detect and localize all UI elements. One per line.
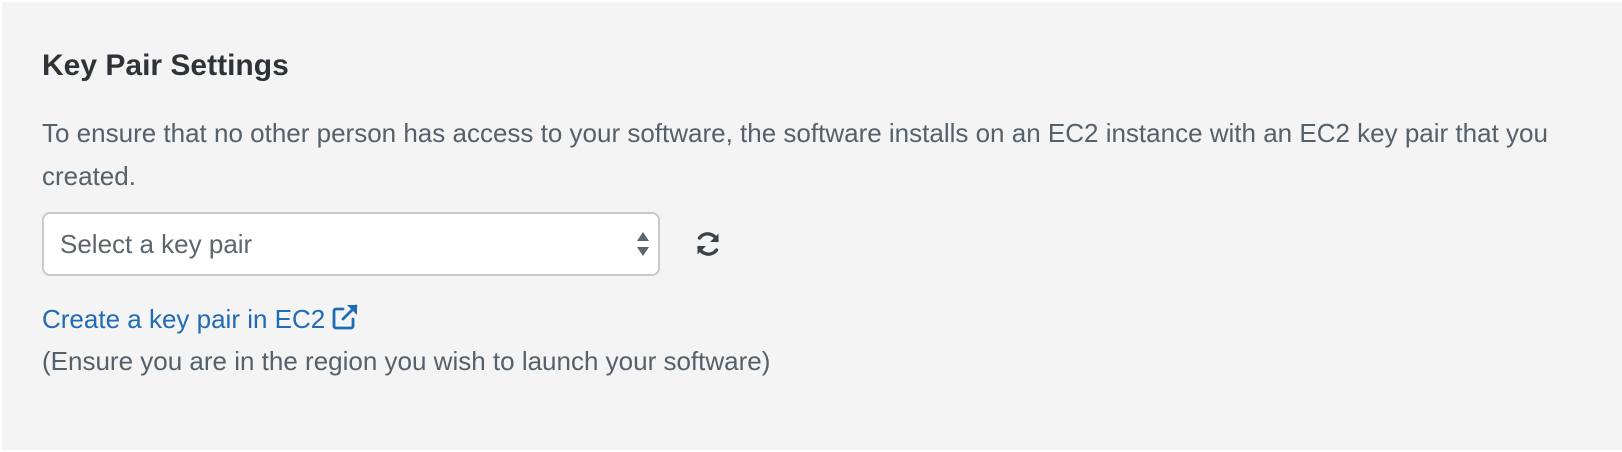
key-pair-select-value: Select a key pair bbox=[60, 229, 253, 259]
sort-arrows-icon bbox=[637, 232, 649, 256]
key-pair-select[interactable]: Select a key pair bbox=[42, 212, 660, 276]
create-key-pair-link-label: Create a key pair in EC2 bbox=[42, 304, 326, 334]
section-description: To ensure that no other person has acces… bbox=[42, 118, 1548, 191]
key-pair-settings-panel: Key Pair Settings To ensure that no othe… bbox=[2, 2, 1622, 450]
region-note: (Ensure you are in the region you wish t… bbox=[42, 346, 771, 376]
refresh-icon[interactable] bbox=[692, 228, 724, 260]
section-title: Key Pair Settings bbox=[42, 49, 289, 82]
create-key-pair-link[interactable]: Create a key pair in EC2 bbox=[42, 298, 359, 340]
external-link-icon bbox=[332, 304, 358, 330]
